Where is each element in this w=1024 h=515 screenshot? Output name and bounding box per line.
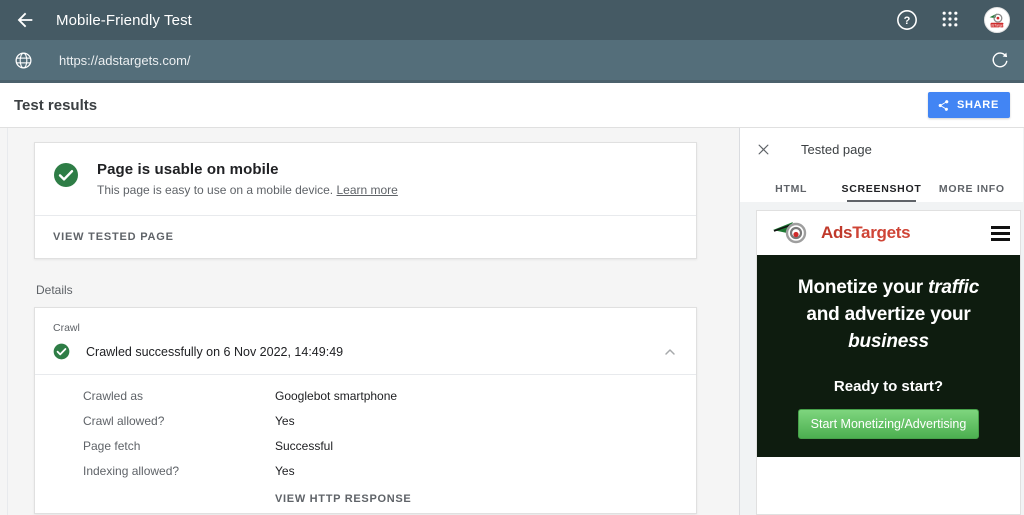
preview-brand: AdsTargets	[821, 223, 910, 243]
help-circle-icon[interactable]: ?	[896, 9, 918, 31]
detail-key: Crawl allowed?	[83, 414, 275, 428]
globe-icon	[14, 51, 33, 70]
share-button-label: SHARE	[957, 99, 999, 111]
status-subtext: This page is easy to use on a mobile dev…	[97, 183, 398, 197]
learn-more-link[interactable]: Learn more	[336, 183, 397, 197]
crawl-details-card: Crawl Crawled successfully on 6 Nov 2022…	[34, 307, 697, 514]
adstargets-target-logo	[771, 218, 817, 248]
detail-value: Successful	[275, 439, 333, 453]
detail-key: Page fetch	[83, 439, 275, 453]
table-row: Crawled as Googlebot smartphone	[83, 389, 678, 403]
top-app-bar: Mobile-Friendly Test ?	[0, 0, 1024, 40]
results-title: Test results	[14, 97, 97, 114]
table-row: Indexing allowed? Yes	[83, 464, 678, 478]
crawl-status-text: Crawled successfully on 6 Nov 2022, 14:4…	[86, 345, 343, 359]
detail-key: Indexing allowed?	[83, 464, 275, 478]
crawl-kicker: Crawl	[53, 322, 678, 334]
tab-more-info[interactable]: MORE INFO	[927, 183, 1017, 202]
url-input[interactable]: https://adstargets.com/	[59, 53, 191, 68]
arrow-back-icon[interactable]	[14, 9, 36, 31]
hero-line-1b: traffic	[928, 277, 979, 298]
table-row: Page fetch Successful	[83, 439, 678, 453]
check-circle-icon	[53, 343, 70, 360]
status-headline: Page is usable on mobile	[97, 161, 398, 178]
page-screenshot-preview: AdsTargets Monetize your traffic and adv…	[756, 210, 1021, 515]
url-bar[interactable]: https://adstargets.com/	[0, 40, 1024, 83]
table-row: Crawl allowed? Yes	[83, 414, 678, 428]
body-split: Page is usable on mobile This page is ea…	[0, 128, 1024, 515]
tested-page-title: Tested page	[801, 142, 872, 157]
hero-line-2: and advertize your	[769, 302, 1008, 329]
chevron-up-icon[interactable]	[662, 344, 678, 360]
preview-navbar: AdsTargets	[757, 211, 1020, 255]
status-text-block: Page is usable on mobile This page is ea…	[97, 161, 398, 197]
apps-grid-icon[interactable]	[940, 9, 962, 31]
screenshot-viewport: AdsTargets Monetize your traffic and adv…	[740, 202, 1023, 515]
detail-value: Yes	[275, 464, 295, 478]
crawl-status-row[interactable]: Crawled successfully on 6 Nov 2022, 14:4…	[53, 343, 678, 374]
hero-cta-text: Ready to start?	[769, 378, 1008, 395]
close-icon[interactable]	[756, 142, 771, 157]
status-subtext-label: This page is easy to use on a mobile dev…	[97, 183, 333, 197]
view-tested-page-button[interactable]: VIEW TESTED PAGE	[35, 216, 696, 258]
crawl-detail-table: Crawled as Googlebot smartphone Crawl al…	[35, 374, 696, 513]
detail-key: Crawled as	[83, 389, 275, 403]
hero-line-1: Monetize your traffic	[769, 275, 1008, 302]
view-http-response-button[interactable]: VIEW HTTP RESPONSE	[275, 489, 678, 505]
check-circle-icon	[53, 162, 79, 188]
tab-html[interactable]: HTML	[746, 183, 836, 202]
details-label: Details	[34, 283, 697, 297]
refresh-icon[interactable]	[990, 50, 1010, 70]
status-card: Page is usable on mobile This page is ea…	[34, 142, 697, 259]
tested-page-tabs: HTML SCREENSHOT MORE INFO	[740, 170, 1023, 202]
detail-value: Yes	[275, 414, 295, 428]
share-icon	[937, 99, 950, 112]
brand-first: Ads	[821, 223, 852, 242]
tab-screenshot[interactable]: SCREENSHOT	[836, 183, 926, 202]
detail-value: Googlebot smartphone	[275, 389, 397, 403]
user-avatar[interactable]: AdsTargets	[984, 7, 1010, 33]
brand-second: Targets	[852, 223, 910, 242]
hero-line-1a: Monetize your	[798, 277, 928, 298]
svg-text:?: ?	[904, 15, 911, 27]
left-rail	[0, 128, 8, 515]
hero-line-3-em: business	[848, 331, 929, 352]
results-content: Page is usable on mobile This page is ea…	[0, 128, 739, 514]
topbar-actions: ? AdsTarge	[896, 7, 1010, 33]
status-card-main: Page is usable on mobile This page is ea…	[35, 143, 696, 215]
mobile-friendly-test-app: Mobile-Friendly Test ?	[0, 0, 1024, 515]
crawl-header: Crawl Crawled successfully on 6 Nov 2022…	[35, 308, 696, 374]
tested-page-header: Tested page	[740, 128, 1023, 170]
results-header: Test results SHARE	[0, 83, 1024, 128]
adstargets-logo: AdsTargets	[771, 218, 910, 248]
results-pane: Page is usable on mobile This page is ea…	[0, 128, 740, 515]
share-button[interactable]: SHARE	[928, 92, 1010, 118]
preview-hero: Monetize your traffic and advertize your…	[757, 255, 1020, 457]
tested-page-panel: Tested page HTML SCREENSHOT MORE INFO	[740, 128, 1023, 515]
hero-line-3: business	[769, 329, 1008, 356]
start-monetizing-button[interactable]: Start Monetizing/Advertising	[798, 409, 980, 439]
hamburger-menu-icon[interactable]	[991, 226, 1010, 241]
svg-text:AdsTargets: AdsTargets	[989, 23, 1006, 27]
page-title: Mobile-Friendly Test	[56, 12, 192, 29]
